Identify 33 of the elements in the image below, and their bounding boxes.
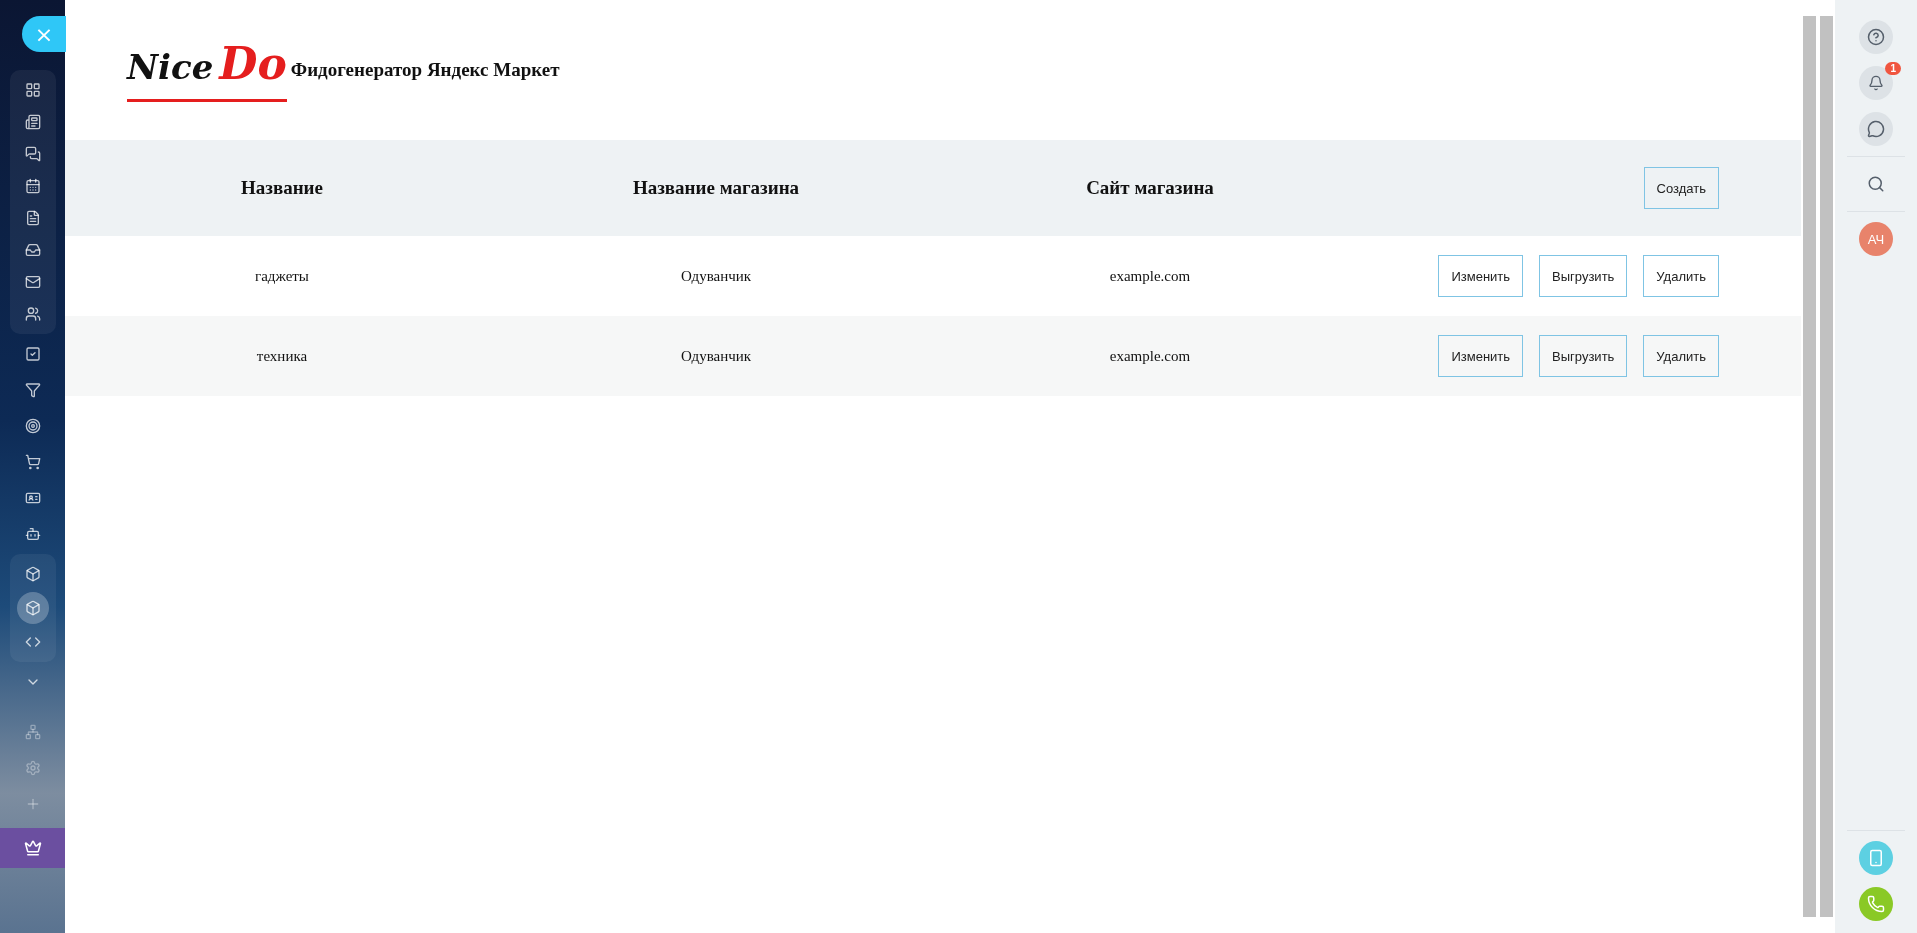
phone-icon <box>1867 895 1885 913</box>
table-cell-text: Одуванчик <box>679 347 753 365</box>
create-button[interactable]: Создать <box>1643 167 1719 209</box>
action-button[interactable]: Изменить <box>1438 335 1524 377</box>
chat-icon <box>1867 120 1885 138</box>
action-button[interactable]: Удалить <box>1643 255 1719 297</box>
page-title: Фидогенератор Яндекс Маркет <box>290 59 560 81</box>
table-cell-text: example.com <box>1108 347 1192 365</box>
chat-button[interactable] <box>1859 112 1893 146</box>
table-cell-text: техника <box>255 347 309 365</box>
crown-icon <box>23 839 42 857</box>
scrollbar[interactable] <box>1803 16 1816 917</box>
search-icon <box>1867 175 1885 193</box>
scrollbar[interactable] <box>1820 16 1833 917</box>
column-header: Название магазина <box>631 177 801 199</box>
action-button[interactable]: Изменить <box>1438 255 1524 297</box>
table-cell-text: гаджеты <box>254 267 310 285</box>
notifications-button[interactable] <box>1859 66 1893 100</box>
column-header: Сайт магазина <box>1085 177 1215 199</box>
action-button[interactable]: Выгрузить <box>1539 255 1628 297</box>
smartphone-icon <box>1867 849 1885 867</box>
cube-icon[interactable] <box>16 592 49 624</box>
action-button[interactable]: Выгрузить <box>1539 335 1628 377</box>
logo: NiceDo <box>127 38 287 102</box>
notification-badge: 1 <box>1885 62 1901 75</box>
help-button[interactable] <box>1859 20 1893 54</box>
crown-bar[interactable] <box>0 828 65 868</box>
column-header: Название <box>240 177 324 199</box>
bell-icon <box>1868 75 1884 91</box>
help-icon <box>1867 28 1885 46</box>
table-cell-text: example.com <box>1108 267 1192 285</box>
action-button[interactable]: Удалить <box>1643 335 1719 377</box>
table-cell-text: Одуванчик <box>679 267 753 285</box>
